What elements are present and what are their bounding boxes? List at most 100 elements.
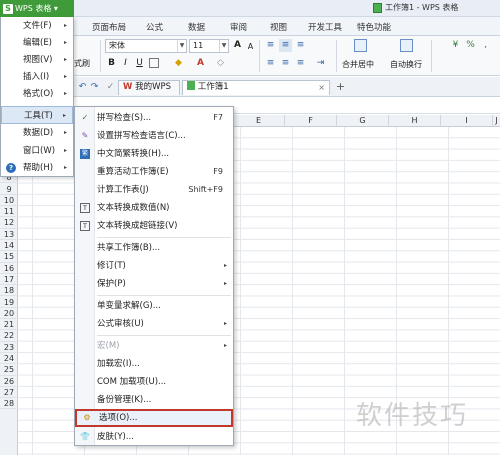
menu-item-format[interactable]: 格式(O) ▸ — [1, 85, 73, 103]
column-header-g[interactable]: G — [336, 115, 388, 127]
tab-workbook[interactable]: 工作簿1 × — [182, 80, 330, 95]
close-icon[interactable]: × — [318, 81, 325, 94]
menu-item-label: 皮肤(Y)... — [97, 432, 134, 442]
menu-item-revisions[interactable]: 修订(T) ▸ — [75, 257, 233, 275]
menu-item-window[interactable]: 窗口(W) ▸ — [1, 142, 73, 160]
font-name-select[interactable]: 宋体 ▼ — [105, 39, 187, 53]
menu-item-calc-sheet[interactable]: 计算工作表(J) Shift+F9 — [75, 181, 233, 199]
font-size-select[interactable]: 11 ▼ — [189, 39, 229, 53]
merge-center-icon[interactable] — [354, 39, 367, 52]
row-header[interactable]: 21 — [0, 319, 18, 331]
italic-button[interactable]: I — [119, 57, 132, 70]
font-color-icon[interactable]: A — [194, 57, 207, 70]
row-header[interactable]: 12 — [0, 217, 18, 229]
align-left-icon[interactable]: ≡ — [264, 57, 277, 70]
menu-item-protect[interactable]: 保护(P) ▸ — [75, 275, 233, 293]
menu-item-goal-seek[interactable]: 单变量求解(G)... — [75, 297, 233, 315]
tab-page-layout[interactable]: 页面布局 — [92, 21, 126, 33]
row-header[interactable]: 15 — [0, 251, 18, 263]
fill-color-icon[interactable]: ◆ — [172, 57, 185, 70]
border-icon[interactable] — [149, 58, 159, 68]
menu-item-share-workbook[interactable]: 共享工作簿(B)... — [75, 239, 233, 257]
tab-review[interactable]: 审阅 — [230, 21, 247, 33]
row-header[interactable]: 14 — [0, 240, 18, 252]
row-header[interactable]: 13 — [0, 229, 18, 240]
chevron-right-icon: ▸ — [63, 147, 67, 154]
menu-item-edit[interactable]: 编辑(E) ▸ — [1, 34, 73, 52]
column-header-h[interactable]: H — [388, 115, 440, 127]
menu-item-spell-check[interactable]: ✓ 拼写检查(S)... F7 — [75, 109, 233, 127]
menu-item-formula-audit[interactable]: 公式审核(U) ▸ — [75, 315, 233, 333]
tab-view[interactable]: 视图 — [270, 21, 287, 33]
menu-item-file[interactable]: 文件(F) ▸ — [1, 17, 73, 35]
tab-developer[interactable]: 开发工具 — [308, 21, 342, 33]
menu-item-addins[interactable]: 加载宏(I)... — [75, 355, 233, 373]
font-size-value: 11 — [193, 41, 204, 50]
menu-item-options[interactable]: ⚙ 选项(O)... — [75, 409, 233, 427]
grow-font-button[interactable]: A — [231, 39, 244, 52]
menu-separator — [97, 237, 231, 238]
menu-item-tools[interactable]: 工具(T) ▸ — [1, 106, 73, 124]
align-bottom-icon[interactable]: ≡ — [294, 39, 307, 52]
pin-icon[interactable]: ✓ — [104, 81, 117, 94]
shrink-font-button[interactable]: A — [244, 40, 257, 53]
row-header[interactable]: 28 — [0, 398, 18, 410]
row-header[interactable]: 22 — [0, 330, 18, 342]
underline-button[interactable]: U — [133, 57, 146, 70]
thousands-icon[interactable]: , — [479, 39, 492, 52]
menu-item-view[interactable]: 视图(V) ▸ — [1, 51, 73, 69]
chevron-right-icon: ▸ — [223, 342, 227, 349]
redo-icon[interactable]: ↷ — [88, 81, 101, 94]
number-format-icon[interactable]: ¥ — [449, 39, 462, 52]
align-right-icon[interactable]: ≡ — [294, 57, 307, 70]
column-header-f[interactable]: F — [284, 115, 336, 127]
menu-item-recalc-workbook[interactable]: 重算活动工作簿(E) F9 — [75, 163, 233, 181]
align-center-icon[interactable]: ≡ — [279, 57, 292, 70]
percent-icon[interactable]: % — [464, 39, 477, 52]
menu-item-spell-language[interactable]: ✎ 设置拼写检查语言(C)... — [75, 127, 233, 145]
wps-app-menu-button[interactable]: S WPS 表格 ▾ — [0, 0, 74, 17]
row-header[interactable]: 18 — [0, 285, 18, 297]
align-top-icon[interactable]: ≡ — [264, 39, 277, 52]
shortcut-label: F9 — [213, 167, 223, 176]
menu-item-com-addins[interactable]: COM 加载项(U)... — [75, 373, 233, 391]
row-header[interactable]: 17 — [0, 274, 18, 286]
row-header[interactable]: 23 — [0, 342, 18, 353]
row-header[interactable]: 20 — [0, 308, 18, 320]
tab-formula[interactable]: 公式 — [146, 21, 163, 33]
menu-item-backup-manager[interactable]: 备份管理(K)... — [75, 391, 233, 409]
menu-item-label: 单变量求解(G)... — [97, 301, 161, 311]
row-header[interactable]: 9 — [0, 184, 18, 195]
menu-item-text-to-link[interactable]: T 文本转换成超链接(V) — [75, 217, 233, 235]
row-header[interactable]: 16 — [0, 263, 18, 274]
clear-format-icon[interactable]: ◇ — [214, 57, 227, 70]
menu-item-text-to-number[interactable]: T 文本转换成数值(N) — [75, 199, 233, 217]
menu-item-data[interactable]: 数据(D) ▸ — [1, 124, 73, 142]
indent-icon[interactable]: ⇥ — [314, 57, 327, 70]
menu-item-chinese-conversion[interactable]: 繁 中文简繁转换(H)... — [75, 145, 233, 163]
menu-item-label: COM 加载项(U)... — [97, 377, 167, 387]
format-painter-label[interactable]: 式刷 — [74, 58, 90, 69]
row-header[interactable]: 19 — [0, 297, 18, 308]
tab-special-features[interactable]: 特色功能 — [357, 21, 391, 33]
row-header[interactable]: 10 — [0, 195, 18, 207]
tab-my-wps[interactable]: W 我的WPS — [118, 80, 180, 95]
column-header-i[interactable]: I — [440, 115, 492, 127]
column-header-j[interactable]: J — [492, 115, 500, 127]
row-header[interactable]: 11 — [0, 206, 18, 218]
bold-button[interactable]: B — [105, 57, 118, 70]
row-header[interactable]: 24 — [0, 353, 18, 365]
new-tab-button[interactable]: + — [334, 80, 347, 93]
menu-item-skin[interactable]: 👕 皮肤(Y)... — [75, 428, 233, 446]
menu-item-help[interactable]: ? 帮助(H) ▸ — [1, 159, 73, 177]
menu-item-insert[interactable]: 插入(I) ▸ — [1, 68, 73, 86]
tab-data[interactable]: 数据 — [188, 21, 205, 33]
wrap-text-icon[interactable] — [400, 39, 413, 52]
align-middle-icon[interactable]: ≡ — [279, 39, 292, 52]
merge-center-button[interactable]: 合并居中 — [342, 59, 374, 70]
row-header[interactable]: 27 — [0, 387, 18, 399]
column-header-e[interactable]: E — [232, 115, 284, 127]
row-header[interactable]: 25 — [0, 364, 18, 376]
wrap-text-button[interactable]: 自动换行 — [390, 59, 422, 70]
row-header[interactable]: 26 — [0, 376, 18, 387]
